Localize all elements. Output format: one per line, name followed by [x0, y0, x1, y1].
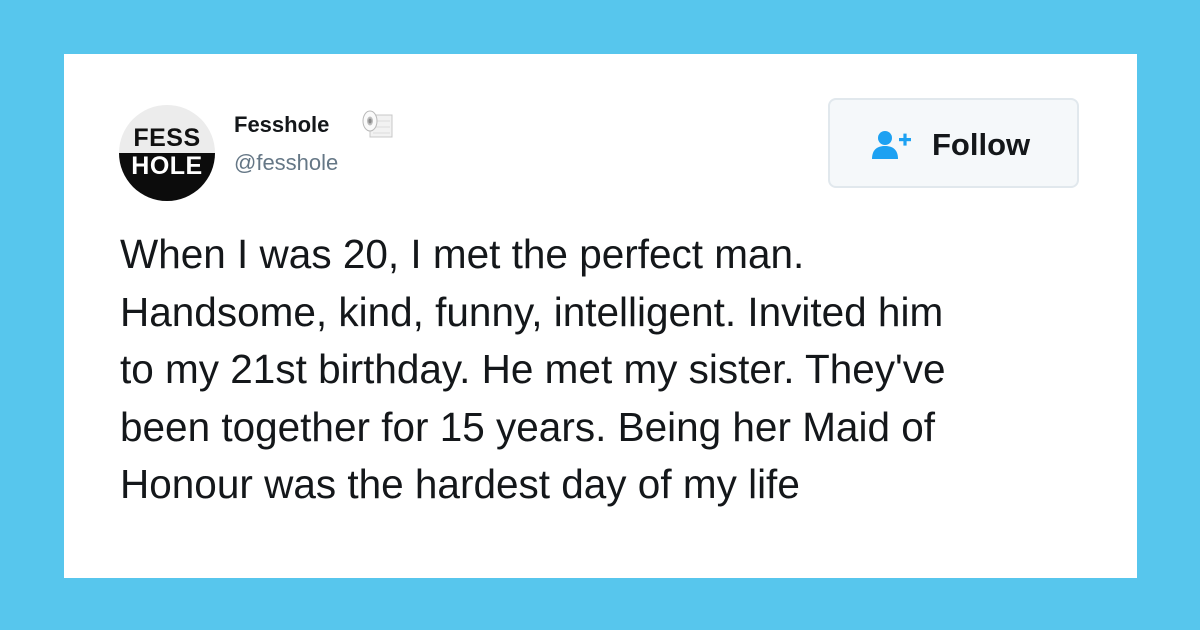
tweet-text: When I was 20, I met the perfect man. Ha…	[120, 226, 1110, 514]
follow-button[interactable]: Follow	[828, 98, 1079, 188]
tweet-line: to my 21st birthday. He met my sister. T…	[120, 346, 946, 392]
tweet-line: When I was 20, I met the perfect man.	[120, 231, 805, 277]
avatar[interactable]: FESS HOLE	[119, 105, 215, 201]
toilet-paper-icon	[362, 110, 393, 138]
tweet-line: Honour was the hardest day of my life	[120, 461, 800, 507]
display-name[interactable]: Fesshole	[234, 112, 329, 138]
user-handle[interactable]: @fesshole	[234, 150, 338, 176]
follow-button-label: Follow	[932, 127, 1031, 162]
tweet-card: FESS HOLE Fesshole @fesshole Follow When…	[64, 54, 1137, 578]
avatar-text-bottom: HOLE	[131, 152, 203, 180]
avatar-text-top: FESS	[133, 124, 201, 152]
add-user-icon	[872, 131, 911, 159]
tweet-line: been together for 15 years. Being her Ma…	[120, 403, 936, 450]
tweet-line: Handsome, kind, funny, intelligent. Invi…	[120, 288, 944, 335]
